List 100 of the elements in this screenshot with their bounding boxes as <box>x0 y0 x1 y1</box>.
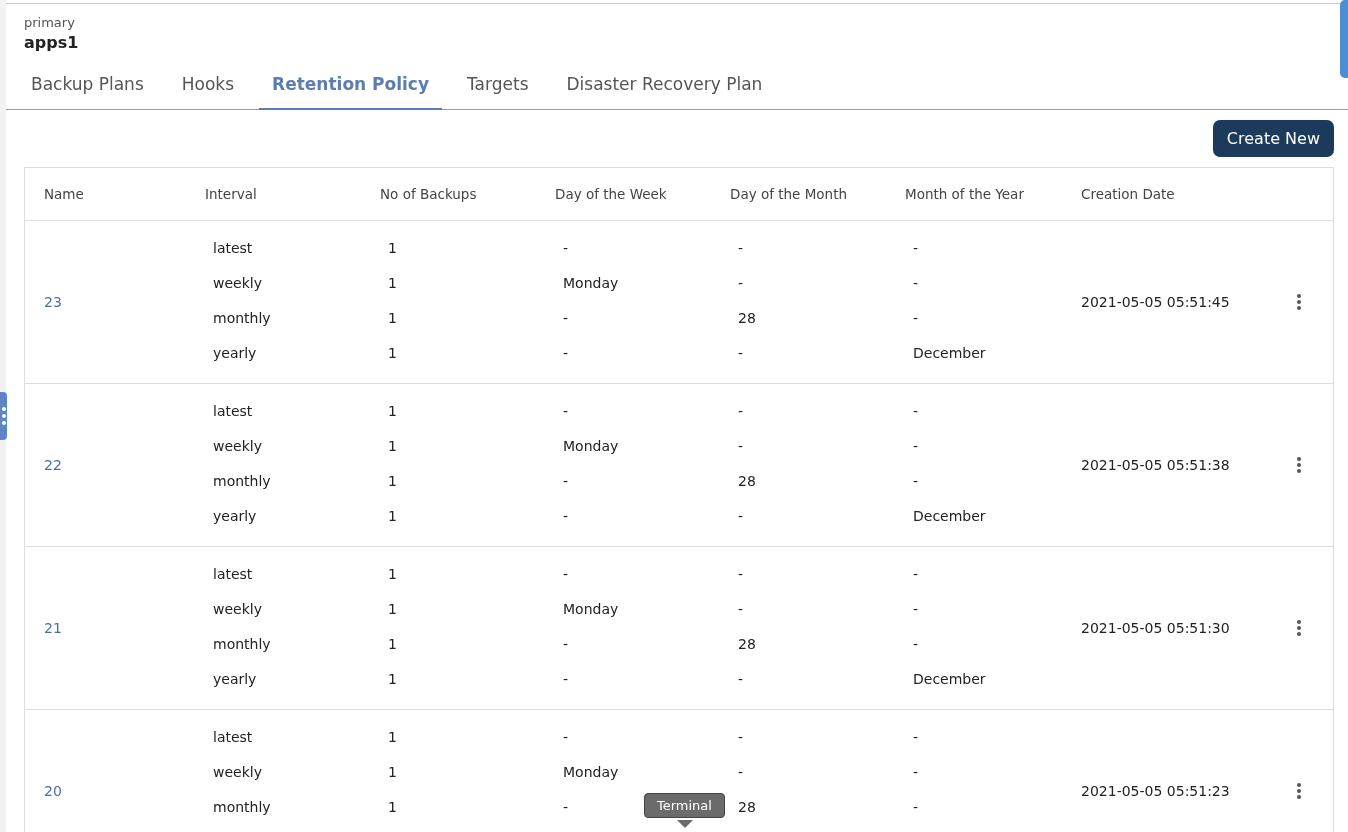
column-header: Creation Date <box>1081 186 1175 202</box>
table-cell-text: 1 <box>387 764 397 780</box>
table-cell-text: 1 <box>387 310 397 326</box>
table-cell-text: - <box>912 310 919 326</box>
tab[interactable]: Hooks <box>168 66 248 110</box>
table-cell-text: - <box>912 729 919 745</box>
more-options-icon[interactable] <box>1296 456 1302 474</box>
table-cell-text: 1 <box>387 508 397 524</box>
column-header: Month of the Year <box>905 186 1024 202</box>
table-cell-text: 1 <box>387 636 397 652</box>
table-cell-text: 1 <box>387 566 397 582</box>
table-cell-text: 28 <box>737 310 756 326</box>
scroll-handle[interactable] <box>1340 0 1348 78</box>
table-cell-text: - <box>737 729 744 745</box>
more-options-icon[interactable] <box>1296 293 1302 311</box>
table-cell-text: Monday <box>562 601 619 617</box>
table-cell-text: December <box>912 508 986 524</box>
table-cell-text: 1 <box>387 729 397 745</box>
table-cell-text: - <box>912 473 919 489</box>
table-cell-text: 1 <box>387 799 397 815</box>
table-cell-text: weekly <box>212 764 262 780</box>
policy-link[interactable]: 22 <box>44 457 62 473</box>
table-cell-text: Monday <box>562 764 619 780</box>
table-cell-text: - <box>562 310 569 326</box>
table-cell-text: - <box>912 403 919 419</box>
table-cell-text: yearly <box>212 345 257 361</box>
table-cell-text: latest <box>212 403 253 419</box>
table-cell-text: - <box>737 764 744 780</box>
policy-link[interactable]: 20 <box>44 783 62 799</box>
table-cell-text: - <box>562 403 569 419</box>
table-cell-text: 1 <box>387 438 397 454</box>
table-cell-text: - <box>912 566 919 582</box>
table-cell-text: Monday <box>562 275 619 291</box>
column-header: Name <box>44 186 84 202</box>
table-cell-text: Monday <box>562 438 619 454</box>
table-cell-text: - <box>737 438 744 454</box>
table-cell-text: - <box>737 601 744 617</box>
table-cell-text: 1 <box>387 345 397 361</box>
table-cell-text: - <box>912 636 919 652</box>
column-header: No of Backups <box>380 186 477 202</box>
table-cell-text: weekly <box>212 275 262 291</box>
table-cell-text: 28 <box>737 473 756 489</box>
table-cell-text: - <box>737 566 744 582</box>
table-cell-text: monthly <box>212 310 271 326</box>
creation-date: 2021-05-05 05:51:45 <box>1081 294 1230 310</box>
table-cell-text: latest <box>212 240 253 256</box>
table-cell-text: - <box>562 799 569 815</box>
table-cell-text: - <box>562 473 569 489</box>
tab[interactable]: Disaster Recovery Plan <box>553 66 776 110</box>
table-cell-text: - <box>912 275 919 291</box>
table-cell-text: 1 <box>387 275 397 291</box>
table-cell-text: - <box>737 240 744 256</box>
side-panel-handle[interactable] <box>0 392 7 440</box>
table-cell-text: - <box>737 275 744 291</box>
table-cell-text: - <box>562 508 569 524</box>
creation-date: 2021-05-05 05:51:30 <box>1081 620 1230 636</box>
column-header: Day of the Week <box>555 186 667 202</box>
table-cell-text: - <box>912 799 919 815</box>
tab[interactable]: Retention Policy <box>259 66 443 110</box>
cluster-label: primary <box>24 15 75 30</box>
table-cell-text: December <box>912 345 986 361</box>
table-cell-text: - <box>562 729 569 745</box>
table-cell-text: December <box>912 671 986 687</box>
table-cell-text: monthly <box>212 799 271 815</box>
table-cell-text: - <box>562 671 569 687</box>
tooltip-pointer-icon <box>677 820 693 828</box>
table-cell-text: latest <box>212 566 253 582</box>
column-header: Day of the Month <box>730 186 847 202</box>
tab[interactable]: Targets <box>454 66 542 110</box>
table-cell-text: 1 <box>387 403 397 419</box>
more-options-icon[interactable] <box>1296 782 1302 800</box>
table-cell-text: - <box>737 671 744 687</box>
column-header: Interval <box>205 186 257 202</box>
table-cell-text: yearly <box>212 508 257 524</box>
policy-link[interactable]: 21 <box>44 620 62 636</box>
creation-date: 2021-05-05 05:51:23 <box>1081 783 1230 799</box>
table-cell-text: - <box>562 636 569 652</box>
create-new-button[interactable]: Create New <box>1212 120 1334 157</box>
namespace-title: apps1 <box>24 33 79 52</box>
table-cell-text: - <box>737 508 744 524</box>
table-cell-text: - <box>912 240 919 256</box>
table-cell-text: - <box>562 566 569 582</box>
more-options-icon[interactable] <box>1296 619 1302 637</box>
table-cell-text: 28 <box>737 799 756 815</box>
creation-date: 2021-05-05 05:51:38 <box>1081 457 1230 473</box>
table-cell-text: 1 <box>387 601 397 617</box>
table-cell-text: 28 <box>737 636 756 652</box>
table-cell-text: - <box>912 764 919 780</box>
table-cell-text: latest <box>212 729 253 745</box>
policy-link[interactable]: 23 <box>44 294 62 310</box>
table-cell-text: weekly <box>212 601 262 617</box>
table-cell-text: weekly <box>212 438 262 454</box>
table-cell-text: 1 <box>387 671 397 687</box>
table-cell-text: monthly <box>212 636 271 652</box>
table-cell-text: 1 <box>387 473 397 489</box>
table-cell-text: 1 <box>387 240 397 256</box>
tab[interactable]: Backup Plans <box>18 66 157 110</box>
tooltip: Terminal <box>644 793 725 818</box>
table-cell-text: monthly <box>212 473 271 489</box>
table-cell-text: - <box>737 345 744 361</box>
